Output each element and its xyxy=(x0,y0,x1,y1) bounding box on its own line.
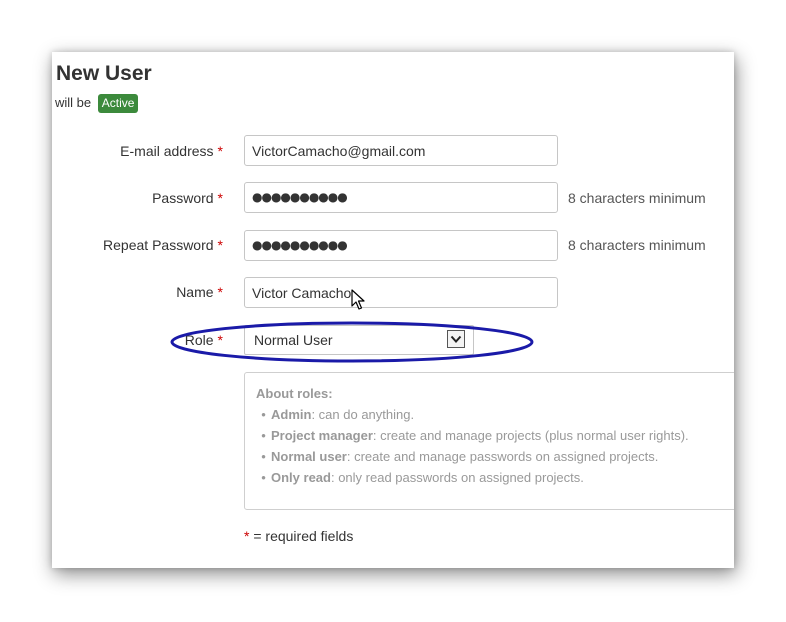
list-item: • Only read: only read passwords on assig… xyxy=(261,470,584,485)
new-user-panel: New User will be Active E-mail address * … xyxy=(52,52,734,568)
name-label: Name * xyxy=(176,284,223,300)
name-field[interactable] xyxy=(244,277,558,308)
role-select[interactable]: Normal User xyxy=(244,325,474,355)
required-asterisk: * xyxy=(217,284,223,300)
required-asterisk: * xyxy=(217,237,223,253)
required-fields-note: * = required fields xyxy=(244,528,354,544)
role-label: Role * xyxy=(184,332,223,348)
repeat-password-field[interactable]: ●●●●●●●●●● xyxy=(244,230,558,261)
list-item: • Admin: can do anything. xyxy=(261,407,415,422)
about-roles-title: About roles: xyxy=(256,386,333,401)
password-label: Password * xyxy=(152,190,223,206)
repeat-password-label: Repeat Password * xyxy=(103,237,223,253)
password-hint: 8 characters minimum xyxy=(568,190,706,206)
list-item: • Project manager: create and manage proj… xyxy=(261,428,689,443)
repeat-password-hint: 8 characters minimum xyxy=(568,237,706,253)
required-asterisk: * xyxy=(217,143,223,159)
about-roles-box: About roles: • Admin: can do anything. • P… xyxy=(244,372,734,510)
required-asterisk: * xyxy=(217,332,223,348)
role-list: • Admin: can do anything. • Project manage… xyxy=(256,407,689,491)
email-field[interactable] xyxy=(244,135,558,166)
chevron-down-icon[interactable] xyxy=(447,330,465,348)
page-title: New User xyxy=(56,62,152,85)
role-select-value: Normal User xyxy=(254,332,333,348)
status-prefix: will be xyxy=(55,95,92,110)
list-item: • Normal user: create and manage password… xyxy=(261,449,659,464)
required-asterisk: * xyxy=(217,190,223,206)
status-badge: Active xyxy=(97,94,139,113)
status-line: will be Active xyxy=(55,94,139,113)
password-field[interactable]: ●●●●●●●●●● xyxy=(244,182,558,213)
email-label: E-mail address * xyxy=(120,143,223,159)
